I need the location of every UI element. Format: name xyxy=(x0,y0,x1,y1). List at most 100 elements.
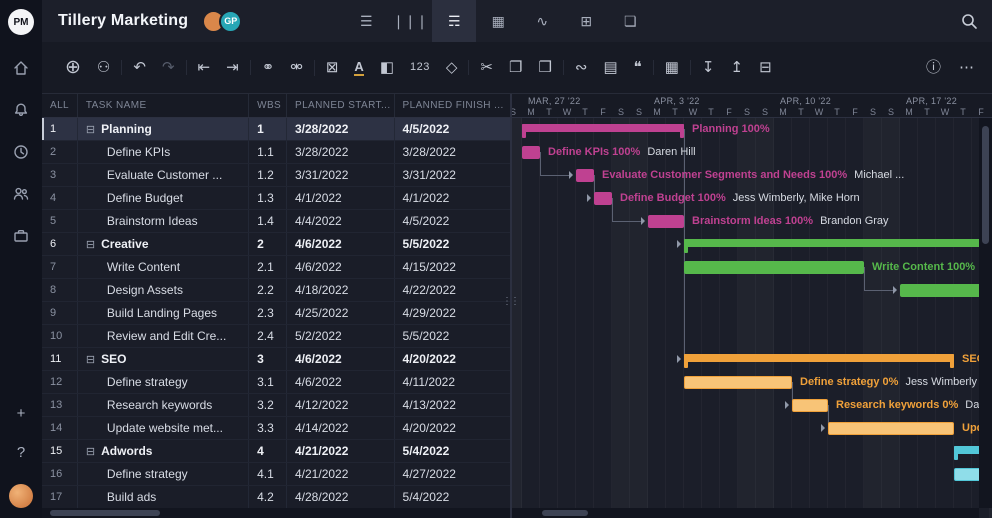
table-row[interactable]: 1⊟Planning13/28/20224/5/2022 xyxy=(42,118,510,141)
row-number-cell[interactable]: 5 xyxy=(42,210,78,232)
unlink-tasks-icon[interactable]: ⚮ xyxy=(290,60,303,75)
grid-hscroll-thumb[interactable] xyxy=(50,510,160,516)
planned-finish-cell[interactable]: 5/5/2022 xyxy=(395,325,510,347)
gantt-bar-brainstorm-ideas[interactable] xyxy=(648,215,684,228)
grid-horizontal-scrollbar[interactable] xyxy=(42,508,510,518)
collapse-icon[interactable]: ⊟ xyxy=(86,353,95,366)
wbs-cell[interactable]: 2.3 xyxy=(249,302,287,324)
gantt-view-icon[interactable]: ☴ xyxy=(432,0,476,42)
assign-resource-icon[interactable]: ⚇ xyxy=(97,60,110,75)
notifications-icon[interactable] xyxy=(12,101,30,119)
table-row[interactable]: 13Research keywords3.24/12/20224/13/2022 xyxy=(42,394,510,417)
copy-icon[interactable]: ❐ xyxy=(509,60,522,75)
timesheet-icon[interactable] xyxy=(12,143,30,161)
table-row[interactable]: 3Evaluate Customer ...1.23/31/20223/31/2… xyxy=(42,164,510,187)
gantt-bar-research-keywords[interactable] xyxy=(792,399,828,412)
projects-icon[interactable] xyxy=(12,227,30,245)
wbs-cell[interactable]: 4.2 xyxy=(249,486,287,508)
gantt-bar-write-content[interactable] xyxy=(684,261,864,274)
wbs-cell[interactable]: 4.1 xyxy=(249,463,287,485)
row-number-cell[interactable]: 12 xyxy=(42,371,78,393)
collapse-icon[interactable]: ⊟ xyxy=(86,445,95,458)
task-name-cell[interactable]: ⊟SEO xyxy=(78,348,249,370)
planned-start-cell[interactable]: 4/6/2022 xyxy=(287,348,395,370)
add-task-icon[interactable]: ⊕ xyxy=(65,58,81,77)
number-format-icon[interactable]: 123 xyxy=(410,62,430,73)
table-row[interactable]: 8Design Assets2.24/18/20224/22/2022 xyxy=(42,279,510,302)
docs-view-icon[interactable]: ❏ xyxy=(608,0,652,42)
gantt-bar-define-budget[interactable] xyxy=(594,192,612,205)
wbs-cell[interactable]: 1.4 xyxy=(249,210,287,232)
planned-start-cell[interactable]: 3/28/2022 xyxy=(287,141,395,163)
wbs-cell[interactable]: 2.2 xyxy=(249,279,287,301)
gantt-hscroll-thumb[interactable] xyxy=(542,510,588,516)
milestone-icon[interactable]: ◇ xyxy=(446,60,458,75)
board-view-icon[interactable]: ❘❘❘ xyxy=(388,0,432,42)
add-new-icon[interactable]: + xyxy=(17,406,26,421)
task-name-cell[interactable]: Define Budget xyxy=(78,187,249,209)
home-icon[interactable] xyxy=(12,59,30,77)
search-icon[interactable] xyxy=(960,12,978,30)
planned-start-cell[interactable]: 4/28/2022 xyxy=(287,486,395,508)
column-header-all[interactable]: ALL xyxy=(42,94,78,117)
gantt-bar-define-kpis[interactable] xyxy=(522,146,540,159)
task-name-cell[interactable]: ⊟Creative xyxy=(78,233,249,255)
attach-icon[interactable]: ∾ xyxy=(575,60,588,75)
column-header-planned-start[interactable]: PLANNED START... xyxy=(287,94,395,117)
info-icon[interactable]: ⓘ xyxy=(926,60,941,75)
row-number-cell[interactable]: 14 xyxy=(42,417,78,439)
gantt-vscroll-thumb[interactable] xyxy=(982,126,989,244)
planned-finish-cell[interactable]: 4/5/2022 xyxy=(395,210,510,232)
task-name-cell[interactable]: Build ads xyxy=(78,486,249,508)
table-row[interactable]: 16Define strategy4.14/21/20224/27/2022 xyxy=(42,463,510,486)
delete-icon[interactable]: ⊠ xyxy=(326,60,339,75)
planned-start-cell[interactable]: 4/6/2022 xyxy=(287,233,395,255)
collapse-icon[interactable]: ⊟ xyxy=(86,238,95,251)
row-number-cell[interactable]: 6 xyxy=(42,233,78,255)
task-name-cell[interactable]: Define strategy xyxy=(78,463,249,485)
more-icon[interactable]: ⋯ xyxy=(959,60,974,75)
planned-start-cell[interactable]: 4/14/2022 xyxy=(287,417,395,439)
gantt-bar-update-website-metadata[interactable] xyxy=(828,422,954,435)
task-name-cell[interactable]: Review and Edit Cre... xyxy=(78,325,249,347)
wbs-cell[interactable]: 3.1 xyxy=(249,371,287,393)
planned-start-cell[interactable]: 4/21/2022 xyxy=(287,440,395,462)
cut-icon[interactable]: ✂ xyxy=(480,60,493,75)
planned-start-cell[interactable]: 3/31/2022 xyxy=(287,164,395,186)
task-name-cell[interactable]: Define strategy xyxy=(78,371,249,393)
column-header-task-name[interactable]: TASK NAME xyxy=(78,94,249,117)
table-row[interactable]: 5Brainstorm Ideas1.44/4/20224/5/2022 xyxy=(42,210,510,233)
export-icon[interactable]: ↥ xyxy=(731,60,744,75)
wbs-cell[interactable]: 4 xyxy=(249,440,287,462)
notes-icon[interactable]: ▤ xyxy=(603,60,617,75)
workload-view-icon[interactable]: ∿ xyxy=(520,0,564,42)
row-number-cell[interactable]: 11 xyxy=(42,348,78,370)
wbs-cell[interactable]: 1.3 xyxy=(249,187,287,209)
planned-finish-cell[interactable]: 3/28/2022 xyxy=(395,141,510,163)
planned-finish-cell[interactable]: 4/22/2022 xyxy=(395,279,510,301)
row-number-cell[interactable]: 13 xyxy=(42,394,78,416)
pm-logo[interactable]: PM xyxy=(8,9,34,35)
help-icon[interactable]: ? xyxy=(17,445,25,460)
wbs-cell[interactable]: 1.2 xyxy=(249,164,287,186)
table-row[interactable]: 7Write Content2.14/6/20224/15/2022 xyxy=(42,256,510,279)
pane-splitter-handle[interactable]: ⋮⋮ xyxy=(504,286,516,316)
table-row[interactable]: 2Define KPIs1.13/28/20223/28/2022 xyxy=(42,141,510,164)
wbs-cell[interactable]: 2.4 xyxy=(249,325,287,347)
sheet-view-icon[interactable]: ▦ xyxy=(476,0,520,42)
row-number-cell[interactable]: 3 xyxy=(42,164,78,186)
planned-start-cell[interactable]: 4/18/2022 xyxy=(287,279,395,301)
table-row[interactable]: 14Update website met...3.34/14/20224/20/… xyxy=(42,417,510,440)
team-icon[interactable] xyxy=(12,185,30,203)
table-row[interactable]: 15⊟Adwords44/21/20225/4/2022 xyxy=(42,440,510,463)
planned-start-cell[interactable]: 4/25/2022 xyxy=(287,302,395,324)
wbs-cell[interactable]: 3.3 xyxy=(249,417,287,439)
print-icon[interactable]: ⊟ xyxy=(759,60,772,75)
planned-finish-cell[interactable]: 4/20/2022 xyxy=(395,417,510,439)
planned-start-cell[interactable]: 4/4/2022 xyxy=(287,210,395,232)
wbs-cell[interactable]: 2.1 xyxy=(249,256,287,278)
gantt-bar-design-assets[interactable] xyxy=(900,284,990,297)
task-name-cell[interactable]: Define KPIs xyxy=(78,141,249,163)
planned-start-cell[interactable]: 5/2/2022 xyxy=(287,325,395,347)
gantt-bar-seo[interactable] xyxy=(684,354,954,362)
